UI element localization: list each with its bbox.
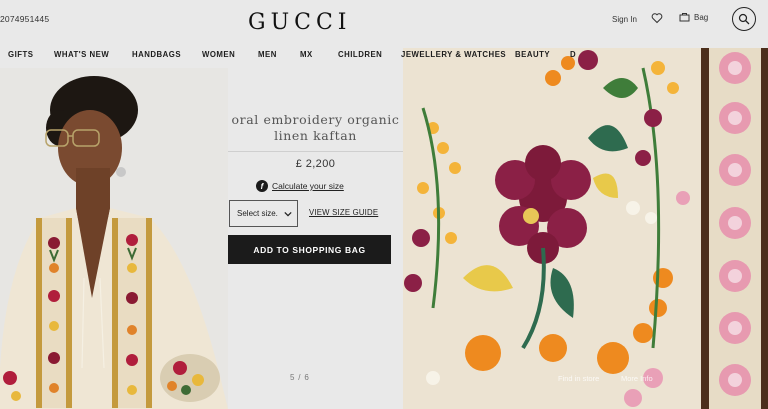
size-select-value: Select size. xyxy=(237,209,278,218)
bag-button[interactable]: Bag xyxy=(679,12,708,22)
image-counter: 5 / 6 xyxy=(290,373,310,382)
nav-item-gifts[interactable]: GIFTS xyxy=(8,50,33,59)
product-info-panel: oral embroidery organic linen kaftan £ 2… xyxy=(228,68,403,409)
nav-item-beauty[interactable]: BEAUTY xyxy=(515,50,550,59)
calculate-size-label: Calculate your size xyxy=(272,181,344,191)
gucci-logo[interactable]: GUCCI xyxy=(248,10,351,35)
calculate-size-link[interactable]: f Calculate your size xyxy=(256,180,344,192)
model-photo[interactable] xyxy=(0,68,228,409)
embroidery-detail-image xyxy=(403,48,768,409)
nav-item-d[interactable]: D xyxy=(570,50,576,59)
nav-item-handbags[interactable]: HANDBAGS xyxy=(132,50,181,59)
product-title-line1: oral embroidery organic xyxy=(231,112,400,127)
nav-item-men[interactable]: MEN xyxy=(258,50,277,59)
model-image xyxy=(0,68,228,409)
view-size-guide-link[interactable]: VIEW SIZE GUIDE xyxy=(309,208,378,217)
nav-item-jewellery-watches[interactable]: JEWELLERY & WATCHES xyxy=(401,50,506,59)
product-page: 2074951445 GUCCI Sign In Bag GIFTS WHAT'… xyxy=(0,0,768,409)
nav-item-mx[interactable]: MX xyxy=(300,50,313,59)
sign-in-link[interactable]: Sign In xyxy=(612,15,637,24)
size-select[interactable]: Select size. xyxy=(229,200,298,227)
header: 2074951445 GUCCI Sign In Bag xyxy=(0,0,768,44)
add-to-shopping-bag-button[interactable]: ADD TO SHOPPING BAG xyxy=(228,235,391,264)
shopping-bag-icon xyxy=(679,13,690,22)
embroidery-detail-photo[interactable]: Find in store More Info xyxy=(403,48,768,409)
divider xyxy=(228,151,403,152)
nav-item-children[interactable]: CHILDREN xyxy=(338,50,382,59)
chevron-down-icon xyxy=(284,211,292,216)
more-info-link[interactable]: More Info xyxy=(621,374,653,383)
nav-item-women[interactable]: WOMEN xyxy=(202,50,235,59)
phone-number[interactable]: 2074951445 xyxy=(0,14,49,24)
heart-icon[interactable] xyxy=(651,12,663,24)
size-calculator-icon: f xyxy=(256,180,268,192)
search-button[interactable] xyxy=(732,7,756,31)
product-price: £ 2,200 xyxy=(295,158,336,170)
find-in-store-link[interactable]: Find in store xyxy=(558,374,599,383)
nav-item-whats-new[interactable]: WHAT'S NEW xyxy=(54,50,109,59)
product-title-line2: linen kaftan xyxy=(274,128,357,143)
product-title: oral embroidery organic linen kaftan xyxy=(228,112,403,144)
bag-label: Bag xyxy=(694,12,709,22)
search-icon xyxy=(738,13,750,25)
